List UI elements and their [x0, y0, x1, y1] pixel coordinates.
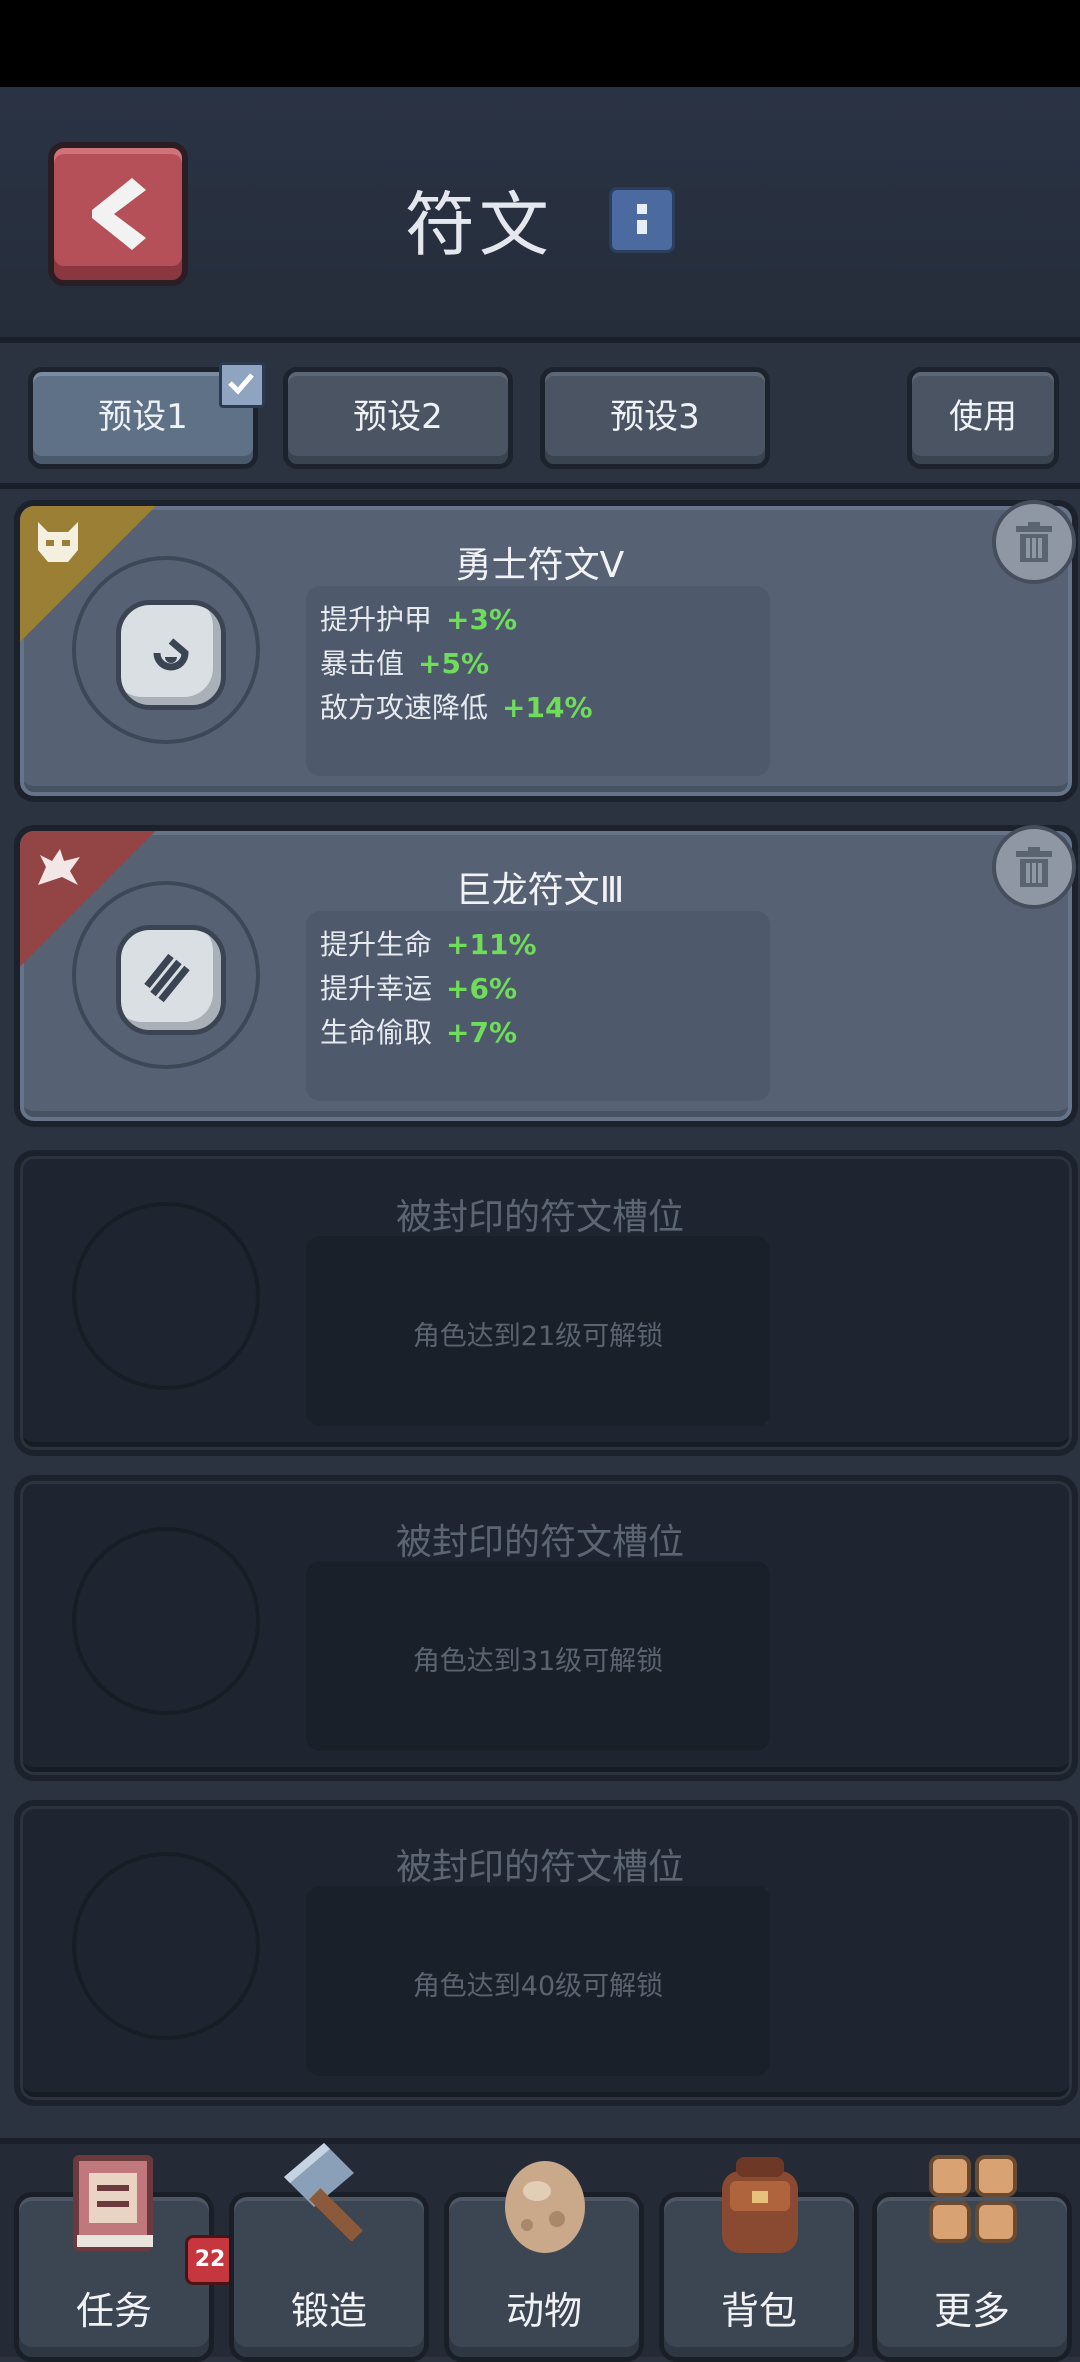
preset-tabs: 预设1 预设2 预设3 使用: [0, 362, 1080, 483]
rune-stone-icon: [116, 925, 226, 1035]
stat-value: +7%: [446, 1016, 518, 1049]
nav-label: 任务: [75, 2289, 152, 2333]
stat-value: +6%: [446, 972, 518, 1005]
locked-slot-body: 角色达到40级可解锁: [306, 1886, 770, 2076]
locked-slot-body: 角色达到21级可解锁: [306, 1236, 770, 1426]
nav-label: 动物: [505, 2289, 582, 2333]
locked-slot-title: 被封印的符文槽位: [395, 1197, 684, 1238]
stat-value: +11%: [446, 928, 537, 961]
rune-card[interactable]: 勇士符文Ⅴ 提升护甲 +3% 暴击值 +5% 敌方攻速降低 +14%: [14, 500, 1078, 802]
rune-stone-icon: [116, 600, 226, 710]
preset-tab-label: 预设3: [610, 397, 700, 437]
unlock-requirement: 角色达到21级可解锁: [412, 1321, 664, 1352]
status-bar: [0, 0, 1080, 87]
stat-label: 提升护甲: [320, 603, 433, 636]
locked-rune-slot: 被封印的符文槽位 角色达到40级可解锁: [14, 1800, 1078, 2106]
stat-label: 提升生命: [320, 928, 433, 961]
stat-value: +14%: [502, 691, 593, 724]
bottom-nav: 22 任务 锻造 动物 背包 更多: [0, 2138, 1080, 2362]
rune-stats: 提升护甲 +3% 暴击值 +5% 敌方攻速降低 +14%: [306, 586, 770, 776]
grid-more-icon: [929, 2155, 1017, 2243]
trash-button[interactable]: [992, 825, 1076, 909]
trash-button[interactable]: [992, 500, 1076, 584]
rune-stat: 提升生命 +11%: [320, 923, 537, 963]
stat-label: 暴击值: [320, 647, 405, 680]
rune-name: 勇士符文Ⅴ: [455, 545, 625, 586]
stat-label: 提升幸运: [320, 972, 433, 1005]
rune-stat: 生命偷取 +7%: [320, 1011, 517, 1051]
nav-label: 锻造: [290, 2289, 367, 2333]
page-title: 符文: [404, 184, 553, 266]
stat-label: 敌方攻速降低: [320, 691, 489, 724]
preset-tab-label: 预设1: [98, 397, 188, 437]
rune-stat: 暴击值 +5%: [320, 642, 489, 682]
locked-slot-title: 被封印的符文槽位: [395, 1847, 684, 1888]
use-button-label: 使用: [949, 397, 1017, 437]
unlock-requirement: 角色达到31级可解锁: [412, 1646, 664, 1677]
nav-label: 更多: [933, 2289, 1010, 2333]
stat-value: +3%: [446, 603, 518, 636]
hammer-icon: [284, 2143, 363, 2241]
rune-stat: 敌方攻速降低 +14%: [320, 686, 593, 726]
rune-name: 巨龙符文Ⅲ: [455, 870, 625, 911]
unlock-requirement: 角色达到40级可解锁: [412, 1971, 664, 2002]
nav-more-button[interactable]: 更多: [872, 2155, 1072, 2362]
divider: [0, 483, 1080, 489]
preset-tab-1[interactable]: 预设1: [28, 362, 265, 469]
notification-badge: 22: [185, 2235, 235, 2285]
header: 符文: [0, 87, 1080, 343]
nav-quest-button[interactable]: 22 任务: [14, 2155, 235, 2362]
nav-forge-button[interactable]: 锻造: [229, 2143, 429, 2362]
trash-icon: [1016, 847, 1052, 887]
quest-book-icon: [73, 2155, 153, 2251]
rune-stat: 提升幸运 +6%: [320, 967, 517, 1007]
locked-rune-slot: 被封印的符文槽位 角色达到21级可解锁: [14, 1150, 1078, 1456]
nav-backpack-button[interactable]: 背包: [659, 2157, 859, 2362]
rune-stat: 提升护甲 +3%: [320, 598, 517, 638]
info-icon[interactable]: [609, 186, 676, 253]
nav-label: 背包: [720, 2289, 797, 2333]
check-icon: [219, 362, 265, 408]
rune-card[interactable]: 巨龙符文Ⅲ 提升生命 +11% 提升幸运 +6% 生命偷取 +7%: [14, 825, 1078, 1127]
backpack-icon: [722, 2157, 798, 2253]
locked-slot-title: 被封印的符文槽位: [395, 1522, 684, 1563]
trash-icon: [1016, 522, 1052, 562]
locked-rune-slot: 被封印的符文槽位 角色达到31级可解锁: [14, 1475, 1078, 1781]
preset-tab-3[interactable]: 预设3: [540, 367, 770, 469]
preset-tab-label: 预设2: [353, 397, 443, 437]
rune-stats: 提升生命 +11% 提升幸运 +6% 生命偷取 +7%: [306, 911, 770, 1101]
stat-label: 生命偷取: [320, 1016, 433, 1049]
preset-tab-2[interactable]: 预设2: [283, 367, 513, 469]
egg-icon: [505, 2161, 585, 2253]
use-button[interactable]: 使用: [907, 367, 1059, 469]
locked-slot-body: 角色达到31级可解锁: [306, 1561, 770, 1751]
page-title-wrap: 符文: [0, 169, 1080, 270]
nav-animal-button[interactable]: 动物: [444, 2161, 644, 2362]
stat-value: +5%: [418, 647, 490, 680]
